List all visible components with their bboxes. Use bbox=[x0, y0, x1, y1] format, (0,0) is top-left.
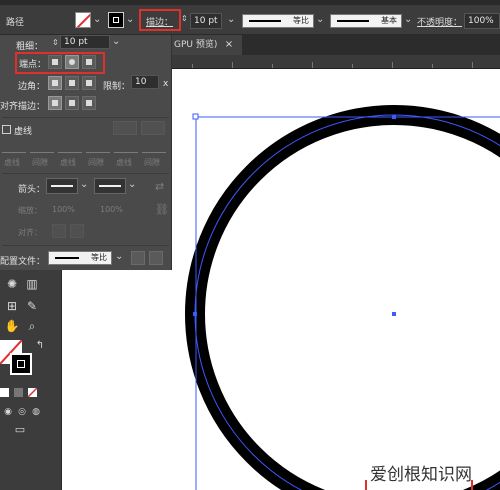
dash-label-3: 虚线 bbox=[116, 158, 132, 167]
panel-weight-stepper-icon[interactable]: ⇕ bbox=[52, 38, 59, 47]
limit-unit: x bbox=[163, 79, 169, 89]
screen-mode-icon[interactable]: ▭ bbox=[12, 422, 28, 438]
stroke-panel: 粗细： ⇕ 10 pt ⌄ 端点： 边角： 限制： 10 x 对齐描边： 虚线 … bbox=[0, 35, 172, 270]
center-point bbox=[392, 312, 396, 316]
scale-start-value[interactable]: 100% bbox=[52, 205, 75, 214]
limit-input[interactable]: 10 bbox=[131, 75, 159, 89]
symbol-sprayer-tool-icon[interactable]: ✺ bbox=[4, 276, 20, 292]
artboard-tool-icon[interactable]: ⊞ bbox=[4, 298, 20, 314]
butt-cap-button[interactable] bbox=[48, 55, 62, 69]
round-cap-button[interactable] bbox=[65, 55, 79, 69]
swap-fill-stroke-icon[interactable]: ↰ bbox=[32, 338, 48, 354]
profile-label: 配置文件： bbox=[0, 257, 46, 267]
anchor-point-left[interactable] bbox=[193, 312, 197, 316]
flip-along-button[interactable] bbox=[131, 251, 145, 265]
gap-label-3: 间隙 bbox=[144, 158, 160, 167]
align-dash-corners-button[interactable] bbox=[141, 121, 165, 135]
align-center-button[interactable] bbox=[48, 96, 62, 110]
align-arrow-label: 对齐： bbox=[18, 228, 42, 237]
panel-profile-select[interactable]: 等比 bbox=[48, 251, 112, 265]
arrow-tip-beyond-button[interactable] bbox=[52, 224, 66, 238]
hand-tool-icon[interactable]: ✋ bbox=[4, 318, 20, 334]
bounding-box-handle-top-left[interactable] bbox=[192, 113, 199, 120]
gradient-mode-button[interactable] bbox=[14, 388, 23, 397]
color-mode-button[interactable] bbox=[0, 388, 9, 397]
dashed-line-checkbox[interactable] bbox=[2, 125, 11, 134]
end-arrowhead-chevron-icon[interactable]: ⌄ bbox=[128, 179, 136, 190]
round-join-button[interactable] bbox=[65, 76, 79, 90]
start-arrowhead-select[interactable] bbox=[46, 178, 78, 194]
panel-weight-chevron-icon[interactable]: ⌄ bbox=[112, 36, 120, 47]
dash-label-2: 虚线 bbox=[60, 158, 76, 167]
arrowheads-label: 箭头： bbox=[18, 185, 46, 195]
gap-label-2: 间隙 bbox=[88, 158, 104, 167]
bevel-join-button[interactable] bbox=[82, 76, 96, 90]
anchor-point-top[interactable] bbox=[392, 115, 396, 119]
limit-label: 限制： bbox=[103, 82, 131, 92]
slice-tool-icon[interactable]: ✎ bbox=[24, 298, 40, 314]
arrow-tip-at-end-button[interactable] bbox=[70, 224, 84, 238]
none-mode-button[interactable] bbox=[28, 388, 37, 397]
watermark-text: 爱创根知识网 bbox=[370, 465, 472, 485]
miter-join-button[interactable] bbox=[48, 76, 62, 90]
column-graph-tool-icon[interactable]: ▥ bbox=[24, 276, 40, 292]
stroke-color-box[interactable] bbox=[10, 353, 32, 375]
align-stroke-label: 对齐描边： bbox=[0, 102, 46, 112]
zoom-tool-icon[interactable]: ⌕ bbox=[24, 318, 40, 334]
dashed-line-label: 虚线 bbox=[14, 127, 33, 137]
panel-profile-value: 等比 bbox=[91, 253, 107, 262]
link-scale-icon[interactable]: ⛓ bbox=[155, 203, 169, 216]
flip-across-button[interactable] bbox=[149, 251, 163, 265]
align-inside-button[interactable] bbox=[65, 96, 79, 110]
tools-panel: ✺ ▥ ⊞ ✎ ✋ ⌕ ↰ ◉ ◎ ◍ ▭ bbox=[0, 270, 62, 490]
cap-label: 端点： bbox=[19, 60, 47, 70]
dash-label-1: 虚线 bbox=[4, 158, 20, 167]
end-arrowhead-select[interactable] bbox=[94, 178, 126, 194]
gap-label-1: 间隙 bbox=[32, 158, 48, 167]
projecting-cap-button[interactable] bbox=[82, 55, 96, 69]
corner-label: 边角： bbox=[18, 82, 46, 92]
stroked-circle[interactable] bbox=[185, 105, 500, 490]
align-outside-button[interactable] bbox=[82, 96, 96, 110]
scale-label: 缩放： bbox=[18, 206, 42, 215]
weight-label: 粗细： bbox=[16, 42, 44, 52]
draw-inside-icon[interactable]: ◍ bbox=[28, 404, 44, 420]
panel-profile-chevron-icon[interactable]: ⌄ bbox=[115, 251, 123, 262]
start-arrowhead-chevron-icon[interactable]: ⌄ bbox=[80, 179, 88, 190]
scale-end-value[interactable]: 100% bbox=[100, 205, 123, 214]
preserve-dash-button[interactable] bbox=[113, 121, 137, 135]
swap-arrowheads-icon[interactable]: ⇄ bbox=[155, 180, 164, 193]
panel-weight-input[interactable]: 10 pt bbox=[60, 35, 110, 49]
